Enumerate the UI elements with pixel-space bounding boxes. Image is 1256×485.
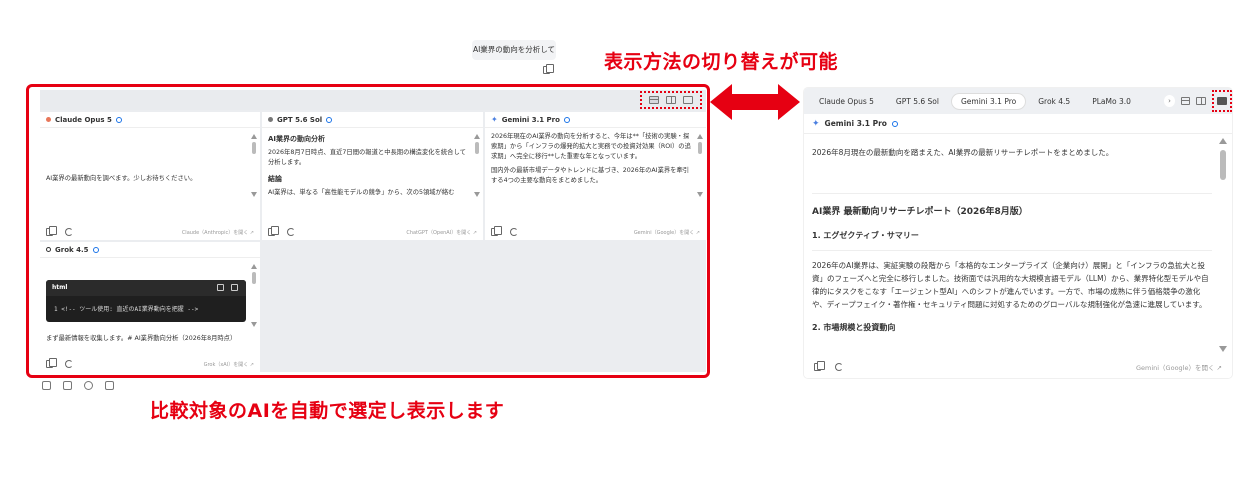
user-message-bubble: AI業界の動向を分析して	[472, 40, 556, 60]
single-view-panel: Claude Opus 5 GPT 5.6 Sol Gemini 3.1 Pro…	[804, 88, 1232, 378]
callout-auto-select: 比較対象のAIを自動で選定し表示します	[150, 400, 505, 422]
callout-view-switch: 表示方法の切り替えが可能	[604, 51, 839, 73]
copy-icon[interactable]	[814, 361, 825, 371]
thumbs-down-icon[interactable]	[42, 381, 51, 390]
single-view-icon[interactable]	[1216, 97, 1227, 105]
gemini-icon: ✦	[812, 118, 820, 129]
columns-view-icon[interactable]	[1196, 97, 1206, 105]
tab-claude[interactable]: Claude Opus 5	[810, 94, 883, 109]
tab-gpt[interactable]: GPT 5.6 Sol	[887, 94, 948, 109]
message-toolbar	[42, 381, 114, 390]
tab-gemini[interactable]: Gemini 3.1 Pro	[951, 93, 1026, 109]
expand-icon[interactable]	[63, 381, 72, 390]
grid-view-icon[interactable]	[1180, 97, 1191, 105]
double-arrow-icon	[710, 84, 800, 120]
chevron-right-icon[interactable]: ›	[1164, 95, 1175, 107]
highlight-frame	[26, 84, 710, 378]
pane-title: Gemini 3.1 Pro	[824, 119, 887, 128]
scrollbar[interactable]	[1219, 138, 1227, 352]
share-icon[interactable]	[105, 381, 114, 390]
pane-footer: Gemini（Google）を開く ↗	[804, 356, 1232, 378]
section-text: 2026年のAI業界は、実証実験の段階から「本格的なエンタープライズ（企業向け）…	[812, 250, 1212, 311]
copy-icon[interactable]	[543, 64, 554, 74]
report-title: AI業界 最新動向リサーチレポート（2026年8月版）	[812, 193, 1212, 219]
tab-grok[interactable]: Grok 4.5	[1029, 94, 1079, 109]
lead-text: 2026年8月現在の最新動向を踏まえた、AI業界の最新リサーチレポートをまとめま…	[812, 148, 1114, 157]
refresh-icon[interactable]	[84, 381, 93, 390]
pane-header: ✦ Gemini 3.1 Pro	[804, 114, 1232, 134]
section-heading: 1. エグゼクティブ・サマリー	[812, 231, 919, 240]
tab-plamo[interactable]: PLaMo 3.0	[1083, 94, 1140, 109]
pane-body: 2026年8月現在の最新動向を踏まえた、AI業界の最新リサーチレポートをまとめま…	[812, 146, 1212, 342]
globe-icon	[891, 120, 898, 127]
refresh-icon[interactable]	[835, 363, 843, 371]
view-mode-switcher: ›	[1156, 88, 1232, 114]
section-heading: 2. 市場規模と投資動向	[812, 323, 896, 332]
single-view-selected	[1211, 90, 1232, 112]
open-source-link[interactable]: Gemini（Google）を開く ↗	[1136, 362, 1222, 372]
